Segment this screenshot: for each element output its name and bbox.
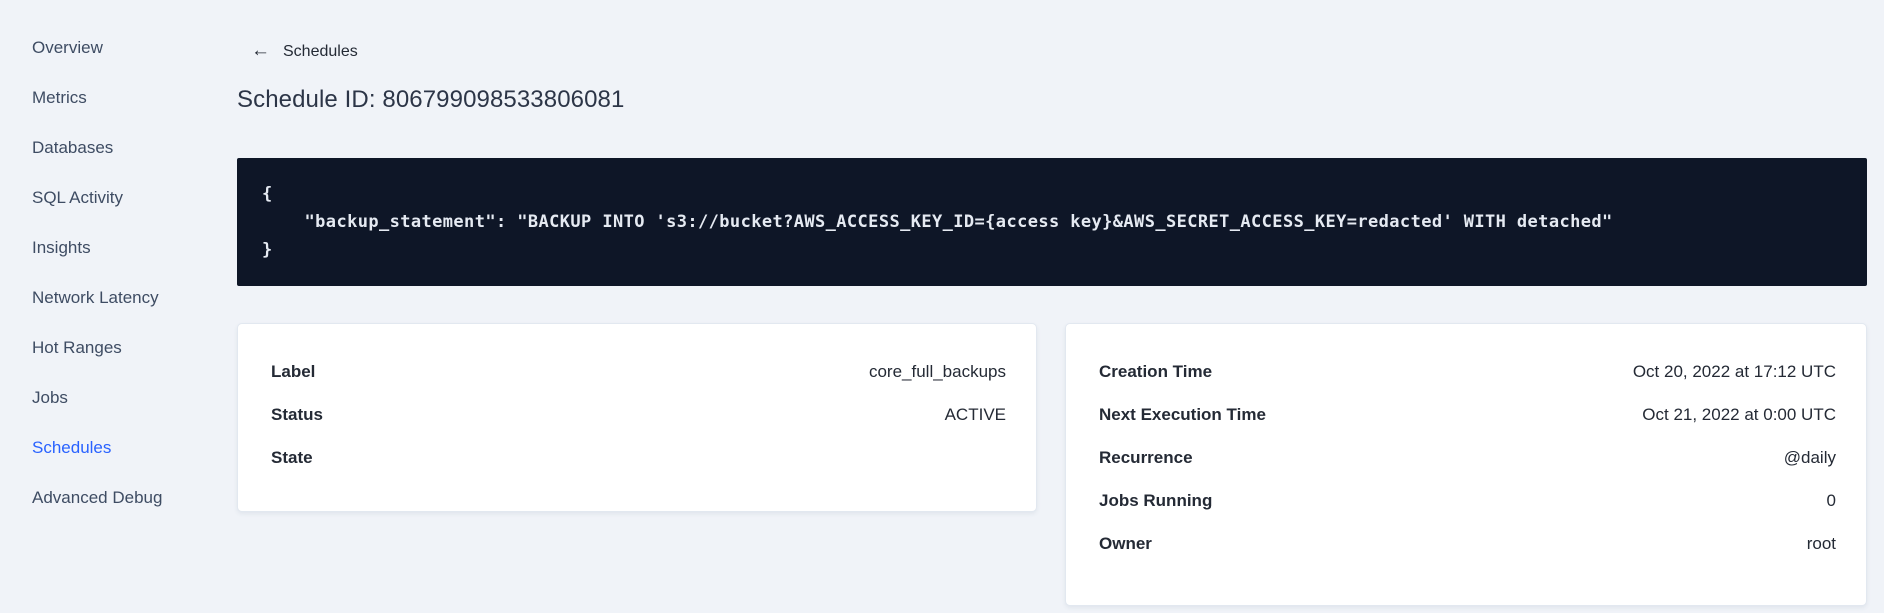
detail-row-value: 0: [1826, 490, 1836, 510]
sidebar-nav-item[interactable]: Metrics: [0, 73, 225, 123]
detail-row: Status ACTIVE: [271, 393, 1006, 436]
schedule-label-card: Label core_full_backups Status ACTIVE St…: [237, 323, 1037, 512]
back-link-label: Schedules: [283, 42, 358, 60]
backup-statement-code-block: { "backup_statement": "BACKUP INTO 's3:/…: [237, 158, 1867, 286]
sidebar-item-label: SQL Activity: [32, 188, 124, 207]
detail-row-value: Oct 20, 2022 at 17:12 UTC: [1632, 361, 1836, 381]
code-line: "backup_statement": "BACKUP INTO 's3://b…: [262, 212, 1613, 232]
sidebar-nav-item[interactable]: Overview: [0, 23, 225, 73]
detail-row: Jobs Running 0: [1099, 479, 1836, 522]
sidebar-nav-item[interactable]: Network Latency: [0, 273, 225, 323]
sidebar-nav-item[interactable]: Jobs: [0, 373, 225, 423]
back-arrow-icon: ←: [251, 40, 270, 61]
sidebar-item-label: Hot Ranges: [32, 338, 122, 357]
sidebar-item-label: Network Latency: [32, 288, 159, 307]
code-line: }: [262, 240, 273, 260]
page-title: Schedule ID: 806799098533806081: [237, 86, 625, 113]
sidebar-nav-list: Overview Metrics Databases SQL Activity …: [0, 23, 225, 523]
sidebar-nav-item[interactable]: SQL Activity: [0, 173, 225, 223]
sidebar-item-label: Metrics: [32, 88, 87, 107]
detail-cards-section: Label core_full_backups Status ACTIVE St…: [237, 323, 1867, 606]
detail-row-label: Status: [271, 404, 323, 424]
sidebar-nav-item[interactable]: Advanced Debug: [0, 473, 225, 523]
detail-row-label: Recurrence: [1099, 447, 1193, 467]
detail-row: Creation Time Oct 20, 2022 at 17:12 UTC: [1099, 350, 1836, 393]
sidebar-nav-item[interactable]: Schedules: [0, 423, 225, 473]
sidebar-item-label: Insights: [32, 238, 91, 257]
detail-row-label: Label: [271, 361, 316, 381]
main-content: ← Schedules Schedule ID: 806799098533806…: [237, 0, 1867, 606]
schedule-timing-card: Creation Time Oct 20, 2022 at 17:12 UTC …: [1065, 323, 1867, 606]
sidebar-item-label: Schedules: [32, 438, 112, 457]
detail-row: State: [271, 436, 1006, 479]
detail-row-label: Jobs Running: [1099, 490, 1213, 510]
detail-row-label: State: [271, 447, 313, 467]
detail-row-value: core_full_backups: [868, 361, 1006, 381]
detail-row-label: Owner: [1099, 533, 1152, 553]
sidebar-nav-item[interactable]: Databases: [0, 123, 225, 173]
detail-row-value: ACTIVE: [944, 404, 1006, 424]
sidebar-item-label: Jobs: [32, 388, 68, 407]
detail-row: Recurrence @daily: [1099, 436, 1836, 479]
detail-row: Next Execution Time Oct 21, 2022 at 0:00…: [1099, 393, 1836, 436]
sidebar-nav-item[interactable]: Hot Ranges: [0, 323, 225, 373]
detail-row-label: Creation Time: [1099, 361, 1213, 381]
sidebar-item-label: Overview: [32, 38, 103, 57]
sidebar-item-label: Databases: [32, 138, 114, 157]
sidebar-nav: Overview Metrics Databases SQL Activity …: [0, 0, 225, 613]
sidebar-nav-item[interactable]: Insights: [0, 223, 225, 273]
sidebar-item-label: Advanced Debug: [32, 488, 163, 507]
detail-row-value: @daily: [1783, 447, 1836, 467]
back-to-schedules-link[interactable]: ← Schedules: [251, 40, 358, 61]
detail-row: Owner root: [1099, 522, 1836, 565]
detail-row-value: root: [1806, 533, 1836, 553]
detail-row: Label core_full_backups: [271, 350, 1006, 393]
code-line: {: [262, 184, 273, 204]
detail-row-value: Oct 21, 2022 at 0:00 UTC: [1642, 404, 1836, 424]
detail-row-label: Next Execution Time: [1099, 404, 1266, 424]
